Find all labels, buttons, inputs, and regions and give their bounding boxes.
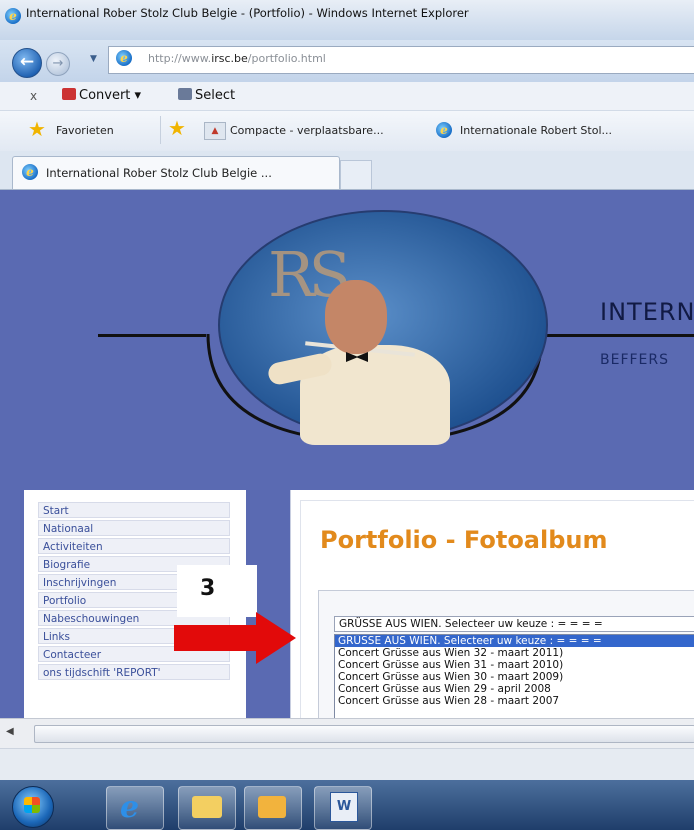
album-option[interactable]: Concert Grüsse aus Wien 31 - maart 2010) (335, 659, 694, 671)
favorite-link-robert-stolz[interactable]: Internationale Robert Stol... (460, 124, 612, 137)
sidebar-item-nationaal[interactable]: Nationaal (38, 520, 230, 536)
favorites-button[interactable]: Favorieten (56, 124, 114, 137)
pdf-convert-icon (62, 88, 76, 100)
header-rule-right (544, 334, 694, 337)
internet-explorer-icon: e (120, 790, 140, 825)
windows-logo-icon (24, 797, 40, 813)
address-url[interactable]: http://www.irsc.be/portfolio.html (148, 52, 326, 65)
tab-ie-icon: e (22, 164, 38, 180)
conductor-head (325, 280, 387, 354)
favorites-separator (160, 116, 161, 144)
url-path: /portfolio.html (247, 52, 326, 65)
status-bar (0, 748, 694, 781)
new-tab-button[interactable] (340, 160, 372, 189)
url-prefix: http://www. (148, 52, 212, 65)
step-callout-box (177, 565, 257, 617)
select-icon (178, 88, 192, 100)
favorites-star-icon[interactable]: ★ (28, 117, 46, 141)
select-label: Select (195, 88, 236, 103)
tab-label: International Rober Stolz Club Belgie ..… (46, 166, 272, 180)
select-button[interactable]: Select (178, 88, 235, 103)
header-rule-left (98, 334, 206, 337)
sidebar-item-report[interactable]: ons tijdschift 'REPORT' (38, 664, 230, 680)
forward-button[interactable]: → (46, 52, 70, 76)
photo-site-icon: ▲ (204, 122, 226, 140)
scrollbar-thumb[interactable] (34, 725, 694, 743)
page-favicon-icon: e (116, 50, 132, 66)
sidebar-item-activiteiten[interactable]: Activiteiten (38, 538, 230, 554)
ie-logo-icon: e (5, 8, 21, 24)
convert-label: Convert ▾ (79, 88, 142, 103)
album-option[interactable]: Concert Grüsse aus Wien 28 - maart 2007 (335, 695, 694, 707)
album-select-list[interactable]: GRÜSSE AUS WIEN. Selecteer uw keuze : = … (334, 634, 694, 720)
site-subtitle: BEFFERS (600, 352, 670, 368)
outlook-icon (258, 796, 286, 818)
album-option[interactable]: Concert Grüsse aus Wien 32 - maart 2011) (335, 647, 694, 659)
window-title: International Rober Stolz Club Belgie - … (26, 6, 469, 20)
album-select-current-value[interactable]: GRÜSSE AUS WIEN. Selecteer uw keuze : = … (334, 616, 694, 632)
ie-page-icon: e (436, 122, 452, 138)
favorite-link-compacte[interactable]: Compacte - verplaatsbare... (230, 124, 384, 137)
url-domain: irsc.be (211, 52, 248, 65)
album-option[interactable]: Concert Grüsse aus Wien 29 - april 2008 (335, 683, 694, 695)
sidebar-item-start[interactable]: Start (38, 502, 230, 518)
recent-pages-dropdown-icon[interactable]: ▼ (90, 54, 97, 64)
album-option[interactable]: Concert Grüsse aus Wien 30 - maart 2009) (335, 671, 694, 683)
word-icon: W (330, 792, 358, 822)
step-number: 3 (200, 576, 216, 601)
page-title: Portfolio - Fotoalbum (320, 526, 608, 554)
site-title: INTERN (600, 298, 694, 326)
red-arrow-icon (174, 625, 258, 651)
add-to-favorites-icon[interactable]: ★ (168, 116, 186, 140)
scroll-left-icon[interactable]: ◀ (6, 726, 14, 737)
folder-icon (192, 796, 222, 818)
back-button[interactable]: ← (12, 48, 42, 78)
album-option[interactable]: GRÜSSE AUS WIEN. Selecteer uw keuze : = … (335, 635, 694, 647)
convert-button[interactable]: Convert ▾ (62, 88, 141, 103)
close-toolbar-button[interactable]: x (30, 89, 37, 103)
red-arrow-head-icon (256, 612, 296, 664)
